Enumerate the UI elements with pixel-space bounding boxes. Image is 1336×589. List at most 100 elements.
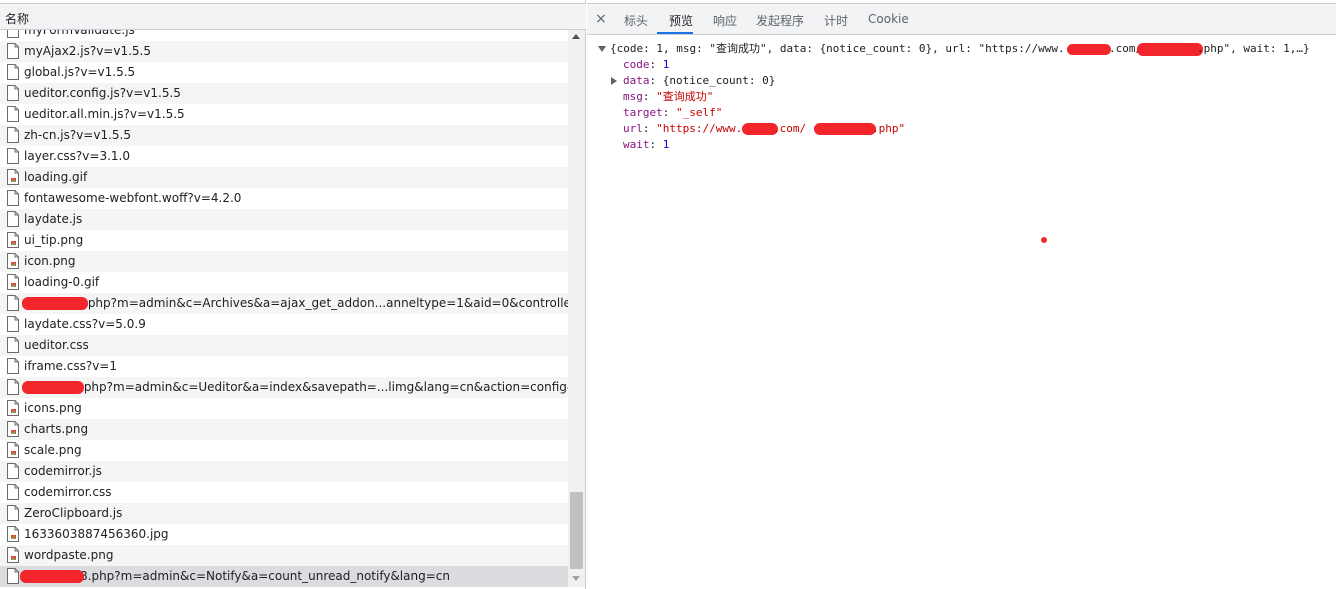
request-row[interactable]: myAjax2.js?v=v1.5.5 <box>0 41 568 62</box>
document-file-icon <box>7 30 19 38</box>
document-file-icon <box>7 505 19 521</box>
request-name: charts.png <box>24 422 89 436</box>
scroll-down-arrow-icon[interactable] <box>572 576 580 581</box>
prop-value: {notice_count: 0} <box>662 74 776 87</box>
request-row[interactable]: 1633603887456360.jpg <box>0 524 568 545</box>
image-file-icon <box>7 253 19 269</box>
request-row[interactable]: laydate.js <box>0 209 568 230</box>
request-row[interactable]: global.js?v=v1.5.5 <box>0 62 568 83</box>
request-row[interactable]: charts.png <box>0 419 568 440</box>
tab-headers[interactable]: 标头 <box>624 12 648 29</box>
request-row[interactable]: .php?m=admin&c=Ueditor&a=index&savepath=… <box>0 377 568 398</box>
document-file-icon <box>7 463 19 479</box>
name-column-header[interactable]: 名称 <box>0 3 586 30</box>
prop-value: "_self" <box>676 106 723 119</box>
tab-preview[interactable]: 预览 <box>669 12 693 29</box>
request-name: codemirror.css <box>24 485 112 499</box>
prop-value: 1 <box>662 138 670 151</box>
active-tab-indicator <box>657 32 693 34</box>
prop-key: url <box>623 122 643 135</box>
request-row[interactable]: layer.css?v=3.1.0 <box>0 146 568 167</box>
document-file-icon <box>7 43 19 59</box>
request-row[interactable]: ueditor.config.js?v=v1.5.5 <box>0 83 568 104</box>
name-column-label: 名称 <box>5 12 30 26</box>
request-name: ueditor.css <box>24 338 89 352</box>
image-file-icon <box>7 526 19 542</box>
request-row[interactable]: iframe.css?v=1 <box>0 356 568 377</box>
prop-value: 1 <box>662 58 670 71</box>
request-row[interactable]: icons.png <box>0 398 568 419</box>
vertical-scrollbar[interactable] <box>568 30 585 587</box>
image-file-icon <box>7 169 19 185</box>
request-row[interactable]: myFormValidate.js <box>0 30 568 41</box>
request-name: fontawesome-webfont.woff?v=4.2.0 <box>24 191 242 205</box>
request-name: .php?m=admin&c=Archives&a=ajax_get_addon… <box>84 296 568 310</box>
expand-arrow-icon[interactable] <box>611 77 617 85</box>
close-icon[interactable]: × <box>595 11 607 27</box>
request-row[interactable]: 8.php?m=admin&c=Notify&a=count_unread_no… <box>0 566 568 587</box>
scrollbar-thumb[interactable] <box>570 492 583 569</box>
request-row[interactable]: loading-0.gif <box>0 272 568 293</box>
document-file-icon <box>7 190 19 206</box>
document-file-icon <box>7 64 19 80</box>
summary-text-start: {code: 1, msg: "查询成功", data: {notice_cou… <box>610 42 1065 55</box>
request-name: 8.php?m=admin&c=Notify&a=count_unread_no… <box>80 569 450 583</box>
request-row[interactable]: icon.png <box>0 251 568 272</box>
document-file-icon <box>7 568 19 584</box>
prop-value-start: "https://www. <box>656 122 743 135</box>
json-prop-target: target: "_self" <box>623 106 723 119</box>
request-row[interactable]: wordpaste.png <box>0 545 568 566</box>
prop-value-domain: .com/ <box>773 122 807 135</box>
request-name: zh-cn.js?v=v1.5.5 <box>24 128 131 142</box>
request-row[interactable]: zh-cn.js?v=v1.5.5 <box>0 125 568 146</box>
annotation-dot <box>1041 237 1047 243</box>
request-name: icons.png <box>24 401 82 415</box>
request-name: iframe.css?v=1 <box>24 359 117 373</box>
tab-cookie[interactable]: Cookie <box>868 12 909 26</box>
request-row[interactable]: scale.png <box>0 440 568 461</box>
expand-arrow-icon[interactable] <box>598 46 606 52</box>
request-name: myAjax2.js?v=v1.5.5 <box>24 44 151 58</box>
request-name: loading.gif <box>24 170 88 184</box>
request-name: ZeroClipboard.js <box>24 506 123 520</box>
request-row[interactable]: codemirror.js <box>0 461 568 482</box>
document-file-icon <box>7 295 19 311</box>
redaction-mark <box>22 381 84 394</box>
request-row[interactable]: loading.gif <box>0 167 568 188</box>
image-file-icon <box>7 442 19 458</box>
image-file-icon <box>7 400 19 416</box>
request-row[interactable]: ueditor.all.min.js?v=v1.5.5 <box>0 104 568 125</box>
image-file-icon <box>7 547 19 563</box>
json-prop-url: url: "https://www. .com/ .php" <box>623 122 906 135</box>
prop-value-end: .php" <box>872 122 906 135</box>
request-row[interactable]: fontawesome-webfont.woff?v=4.2.0 <box>0 188 568 209</box>
request-name: layer.css?v=3.1.0 <box>24 149 130 163</box>
json-root-summary[interactable]: {code: 1, msg: "查询成功", data: {notice_cou… <box>587 41 1336 57</box>
request-name: ueditor.all.min.js?v=v1.5.5 <box>24 107 185 121</box>
tab-timing[interactable]: 计时 <box>824 12 848 29</box>
redaction-mark <box>1137 43 1203 56</box>
request-row[interactable]: laydate.css?v=5.0.9 <box>0 314 568 335</box>
prop-key: code <box>623 58 650 71</box>
request-row[interactable]: ZeroClipboard.js <box>0 503 568 524</box>
request-row[interactable]: codemirror.css <box>0 482 568 503</box>
document-file-icon <box>7 148 19 164</box>
scroll-up-arrow-icon[interactable] <box>572 34 580 39</box>
document-file-icon <box>7 484 19 500</box>
tab-initiator[interactable]: 发起程序 <box>756 12 804 29</box>
request-list: myFormValidate.js myAjax2.js?v=v1.5.5 glob… <box>0 30 568 587</box>
tab-response[interactable]: 响应 <box>713 12 737 29</box>
redaction-mark <box>20 570 84 583</box>
image-file-icon <box>7 232 19 248</box>
json-prop-data[interactable]: data: {notice_count: 0} <box>587 73 987 89</box>
request-row[interactable]: ueditor.css <box>0 335 568 356</box>
request-row[interactable]: ui_tip.png <box>0 230 568 251</box>
document-file-icon <box>7 379 19 395</box>
request-name: ui_tip.png <box>24 233 84 247</box>
request-name: wordpaste.png <box>24 548 114 562</box>
request-detail-panel: × 标头 预览 响应 发起程序 计时 Cookie {code: 1, msg:… <box>587 0 1336 589</box>
image-file-icon <box>7 421 19 437</box>
request-row[interactable]: .php?m=admin&c=Archives&a=ajax_get_addon… <box>0 293 568 314</box>
request-name: .php?m=admin&c=Ueditor&a=index&savepath=… <box>80 380 568 394</box>
redaction-mark <box>22 297 88 310</box>
